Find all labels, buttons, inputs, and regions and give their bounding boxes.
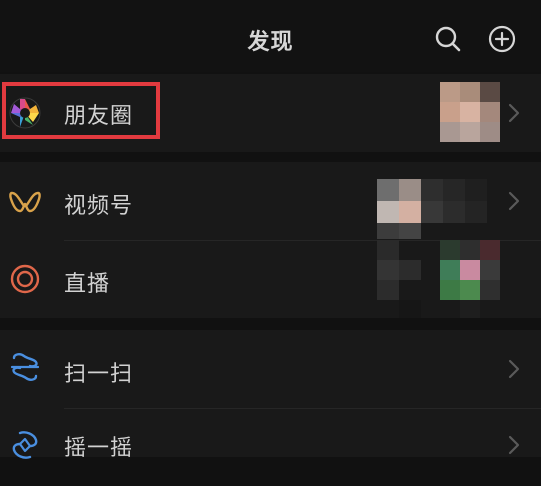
list-item-shake[interactable]: 摇一摇: [0, 408, 541, 486]
chevron-right-icon: [508, 359, 520, 379]
scan-shake-section: 扫一扫 摇一摇: [0, 330, 541, 461]
moments-highlight-box: [2, 82, 160, 139]
chevron-right-icon: [508, 103, 520, 123]
channels-label: 视频号: [64, 194, 134, 219]
scan-label: 扫一扫: [64, 362, 134, 387]
list-item-scan[interactable]: 扫一扫: [0, 330, 541, 408]
scan-icon: [10, 353, 40, 381]
list-item-channels[interactable]: 视频号: [0, 162, 541, 240]
channels-icon: [9, 191, 41, 213]
chevron-right-icon: [508, 435, 520, 455]
top-nav-bar: 发现: [0, 0, 541, 72]
channels-live-section: 视频号 直播: [0, 162, 541, 318]
shake-label: 摇一摇: [64, 436, 134, 461]
live-icon: [10, 264, 40, 294]
chevron-right-icon: [508, 191, 520, 211]
list-item-live[interactable]: 直播: [0, 240, 541, 318]
plus-circle-icon[interactable]: [487, 24, 517, 54]
search-icon[interactable]: [433, 24, 463, 54]
live-label: 直播: [64, 272, 111, 297]
